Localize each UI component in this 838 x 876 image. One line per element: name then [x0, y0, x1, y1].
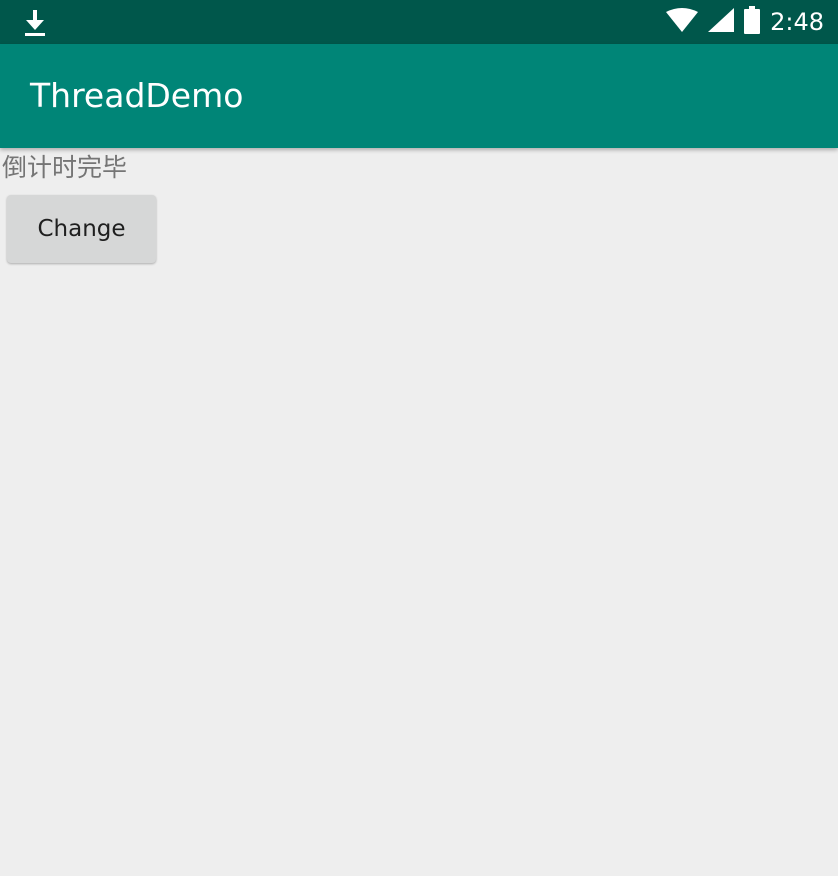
change-button[interactable]: Change — [7, 195, 156, 263]
countdown-status-text: 倒计时完毕 — [2, 153, 128, 182]
app-title: ThreadDemo — [30, 76, 244, 115]
status-bar: 2:48 — [0, 0, 838, 44]
download-icon — [22, 8, 48, 38]
signal-icon — [708, 8, 735, 36]
app-bar: ThreadDemo — [0, 44, 838, 148]
wifi-icon — [666, 8, 699, 36]
status-time: 2:48 — [770, 8, 824, 36]
battery-icon — [744, 6, 761, 38]
main-content: 倒计时完毕 Change — [0, 148, 838, 876]
